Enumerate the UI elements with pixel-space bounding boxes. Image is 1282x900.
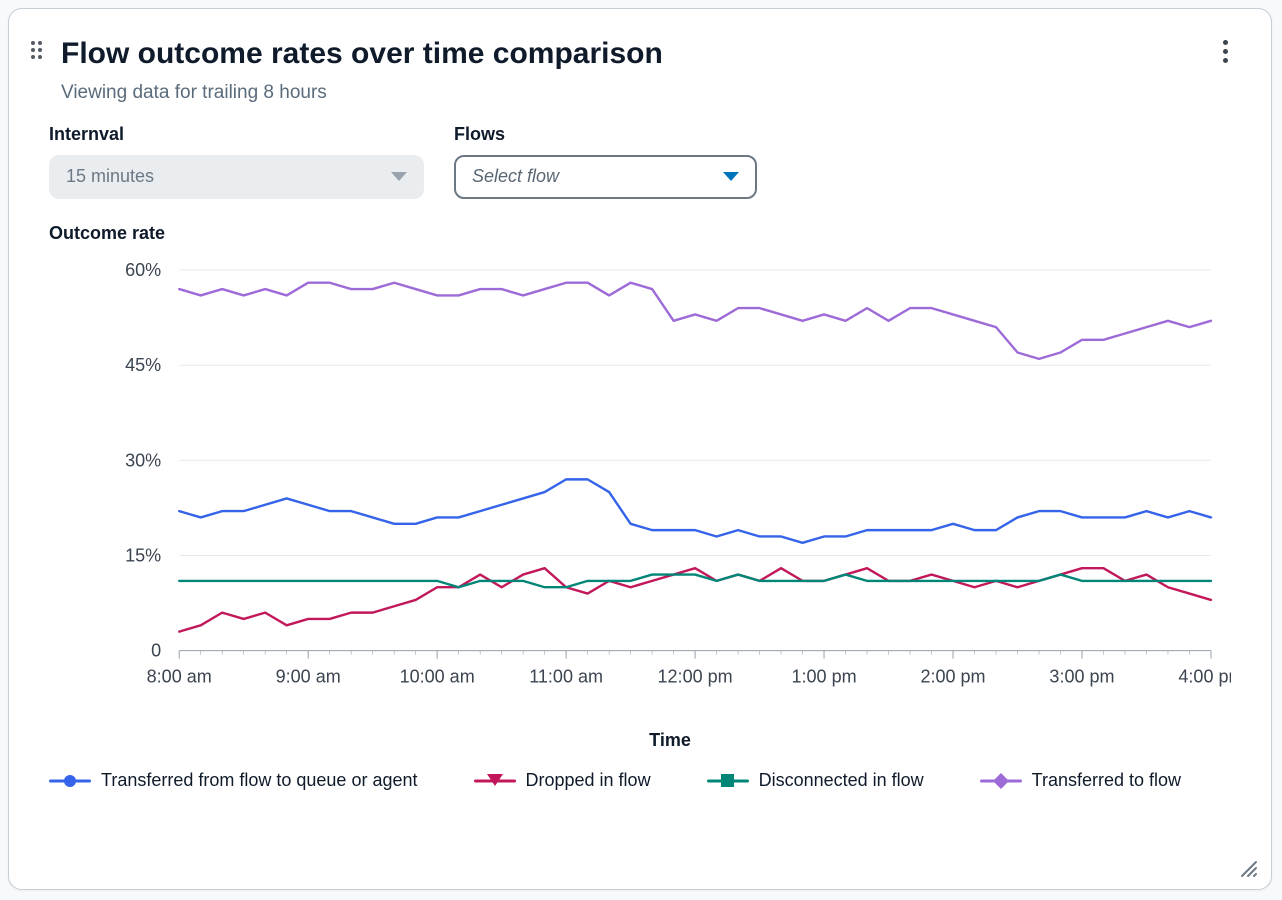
triangle-down-marker-icon — [474, 773, 516, 789]
legend-item-disconnected[interactable]: Disconnected in flow — [707, 770, 924, 791]
svg-text:10:00 am: 10:00 am — [400, 666, 475, 686]
flows-control: Flows Select flow — [454, 124, 757, 199]
flows-select-placeholder: Select flow — [472, 166, 559, 187]
svg-text:8:00 am: 8:00 am — [147, 666, 212, 686]
flows-select[interactable]: Select flow — [454, 155, 757, 199]
more-options-button[interactable] — [1211, 37, 1239, 65]
chart-legend: Transferred from flow to queue or agent … — [9, 750, 1271, 791]
panel-title: Flow outcome rates over time comparison — [61, 37, 663, 72]
chart-area: Outcome rate 60% 45% 30% 15% 0 8:00 am 9:00 a… — [9, 199, 1271, 751]
y-axis-title: Outcome rate — [49, 223, 1231, 244]
square-marker-icon — [707, 773, 749, 789]
svg-text:1:00 pm: 1:00 pm — [792, 666, 857, 686]
svg-text:9:00 am: 9:00 am — [276, 666, 341, 686]
legend-item-transferred-to-queue[interactable]: Transferred from flow to queue or agent — [49, 770, 418, 791]
legend-label: Dropped in flow — [526, 770, 651, 791]
svg-text:Time: Time — [649, 729, 691, 749]
svg-text:30%: 30% — [125, 450, 161, 470]
legend-label: Transferred to flow — [1032, 770, 1181, 791]
svg-text:11:00 am: 11:00 am — [529, 666, 603, 686]
diamond-marker-icon — [980, 773, 1022, 789]
interval-select-value: 15 minutes — [66, 166, 154, 187]
svg-text:60%: 60% — [125, 260, 161, 280]
svg-text:4:00 pm: 4:00 pm — [1178, 666, 1231, 686]
panel-subtitle: Viewing data for trailing 8 hours — [61, 82, 663, 104]
resize-handle-icon[interactable] — [1239, 859, 1259, 879]
svg-text:2:00 pm: 2:00 pm — [920, 666, 985, 686]
controls-row: Internval 15 minutes Flows Select flow — [9, 110, 1271, 199]
legend-item-dropped[interactable]: Dropped in flow — [474, 770, 651, 791]
svg-text:0: 0 — [151, 640, 161, 660]
interval-control: Internval 15 minutes — [49, 124, 424, 199]
chart-panel: Flow outcome rates over time comparison … — [8, 8, 1272, 890]
svg-text:3:00 pm: 3:00 pm — [1049, 666, 1114, 686]
outcome-rate-chart: 60% 45% 30% 15% 0 8:00 am 9:00 am 10:00 am 11:0… — [49, 250, 1231, 751]
legend-label: Disconnected in flow — [759, 770, 924, 791]
chevron-down-icon — [723, 172, 739, 181]
legend-item-transferred-to-flow[interactable]: Transferred to flow — [980, 770, 1181, 791]
legend-label: Transferred from flow to queue or agent — [101, 770, 418, 791]
svg-text:15%: 15% — [125, 545, 161, 565]
circle-marker-icon — [49, 773, 91, 789]
svg-text:45%: 45% — [125, 355, 161, 375]
interval-select[interactable]: 15 minutes — [49, 155, 424, 199]
panel-header: Flow outcome rates over time comparison … — [9, 9, 1271, 110]
interval-label: Internval — [49, 124, 424, 145]
chevron-down-icon — [391, 172, 407, 181]
flows-label: Flows — [454, 124, 757, 145]
svg-text:12:00 pm: 12:00 pm — [658, 666, 733, 686]
